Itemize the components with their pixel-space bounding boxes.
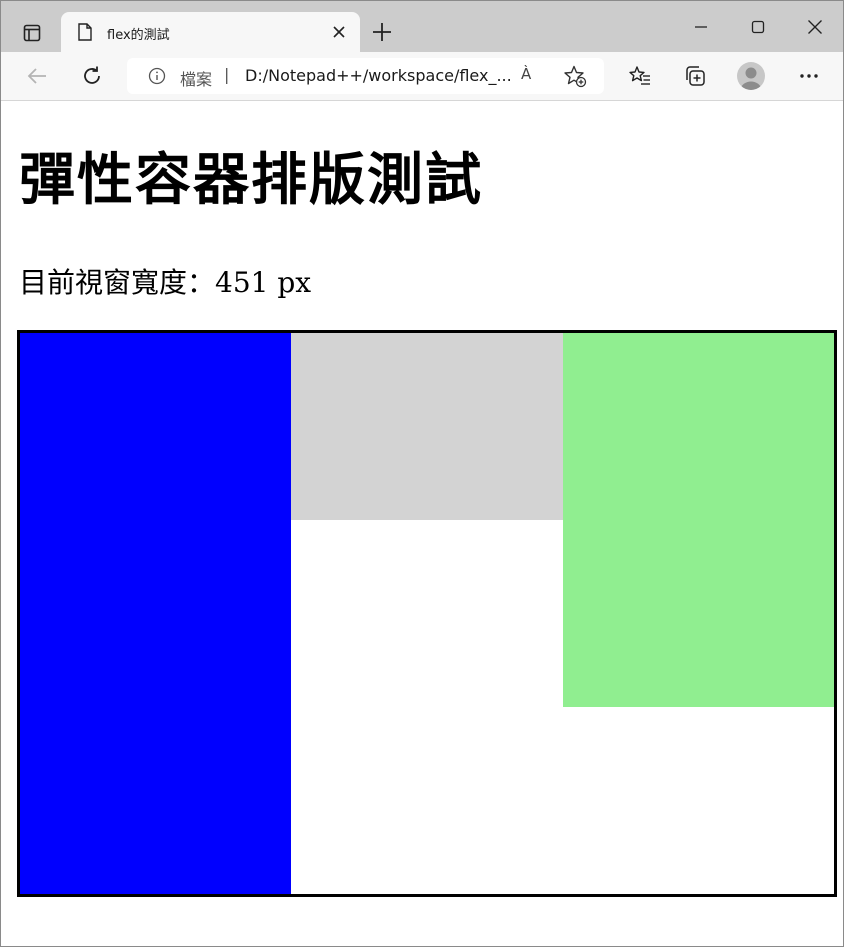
info-icon[interactable] xyxy=(148,67,166,85)
browser-toolbar: 檔案 | D:/Notepad++/workspace/flex_... À xyxy=(1,52,843,101)
address-url[interactable]: D:/Notepad++/workspace/flex_... xyxy=(245,66,512,85)
tab-strip: flex的測試 xyxy=(1,1,843,52)
address-scheme-label: 檔案 xyxy=(180,70,213,89)
tab-active[interactable]: flex的測試 xyxy=(61,12,360,52)
back-button[interactable] xyxy=(23,62,51,90)
refresh-icon xyxy=(84,66,100,84)
user-icon xyxy=(741,67,761,90)
maximize-button[interactable] xyxy=(744,13,772,41)
close-tab-icon[interactable] xyxy=(331,24,347,40)
collections-button[interactable] xyxy=(681,62,709,90)
settings-more-button[interactable] xyxy=(795,62,823,90)
refresh-button[interactable] xyxy=(78,62,106,90)
collections-icon xyxy=(686,66,705,86)
close-window-icon xyxy=(808,20,822,34)
more-options-icon xyxy=(800,74,818,78)
tab-actions-icon xyxy=(23,24,41,42)
back-arrow-icon xyxy=(27,68,46,84)
tab-title: flex的測試 xyxy=(107,28,170,43)
close-window-button[interactable] xyxy=(801,13,829,41)
flex-item-1 xyxy=(20,333,292,894)
read-aloud-icon[interactable]: À xyxy=(521,65,531,83)
flex-container xyxy=(17,330,837,897)
page-title: 彈性容器排版測試 xyxy=(19,148,483,213)
browser-window: flex的測試 檔案 | D:/Notepad++/workspace/flex… xyxy=(0,0,844,947)
tab-actions-button[interactable] xyxy=(15,18,49,48)
favorites-button[interactable] xyxy=(626,62,654,90)
profile-avatar[interactable] xyxy=(737,62,765,90)
favorites-icon xyxy=(629,66,650,85)
flex-item-2 xyxy=(291,333,563,520)
flex-item-3 xyxy=(562,333,834,708)
new-tab-icon[interactable] xyxy=(370,20,394,44)
viewport-width-text: 目前視窗寬度：451 px xyxy=(19,266,312,299)
address-bar[interactable]: 檔案 | D:/Notepad++/workspace/flex_... À xyxy=(127,58,604,94)
maximize-icon xyxy=(751,20,765,34)
page-content: 彈性容器排版測試 目前視窗寬度：451 px xyxy=(1,101,843,946)
file-icon xyxy=(78,23,92,41)
address-separator: | xyxy=(224,65,230,84)
minimize-icon xyxy=(695,26,707,28)
minimize-button[interactable] xyxy=(687,13,715,41)
add-favorite-icon[interactable] xyxy=(563,64,587,88)
